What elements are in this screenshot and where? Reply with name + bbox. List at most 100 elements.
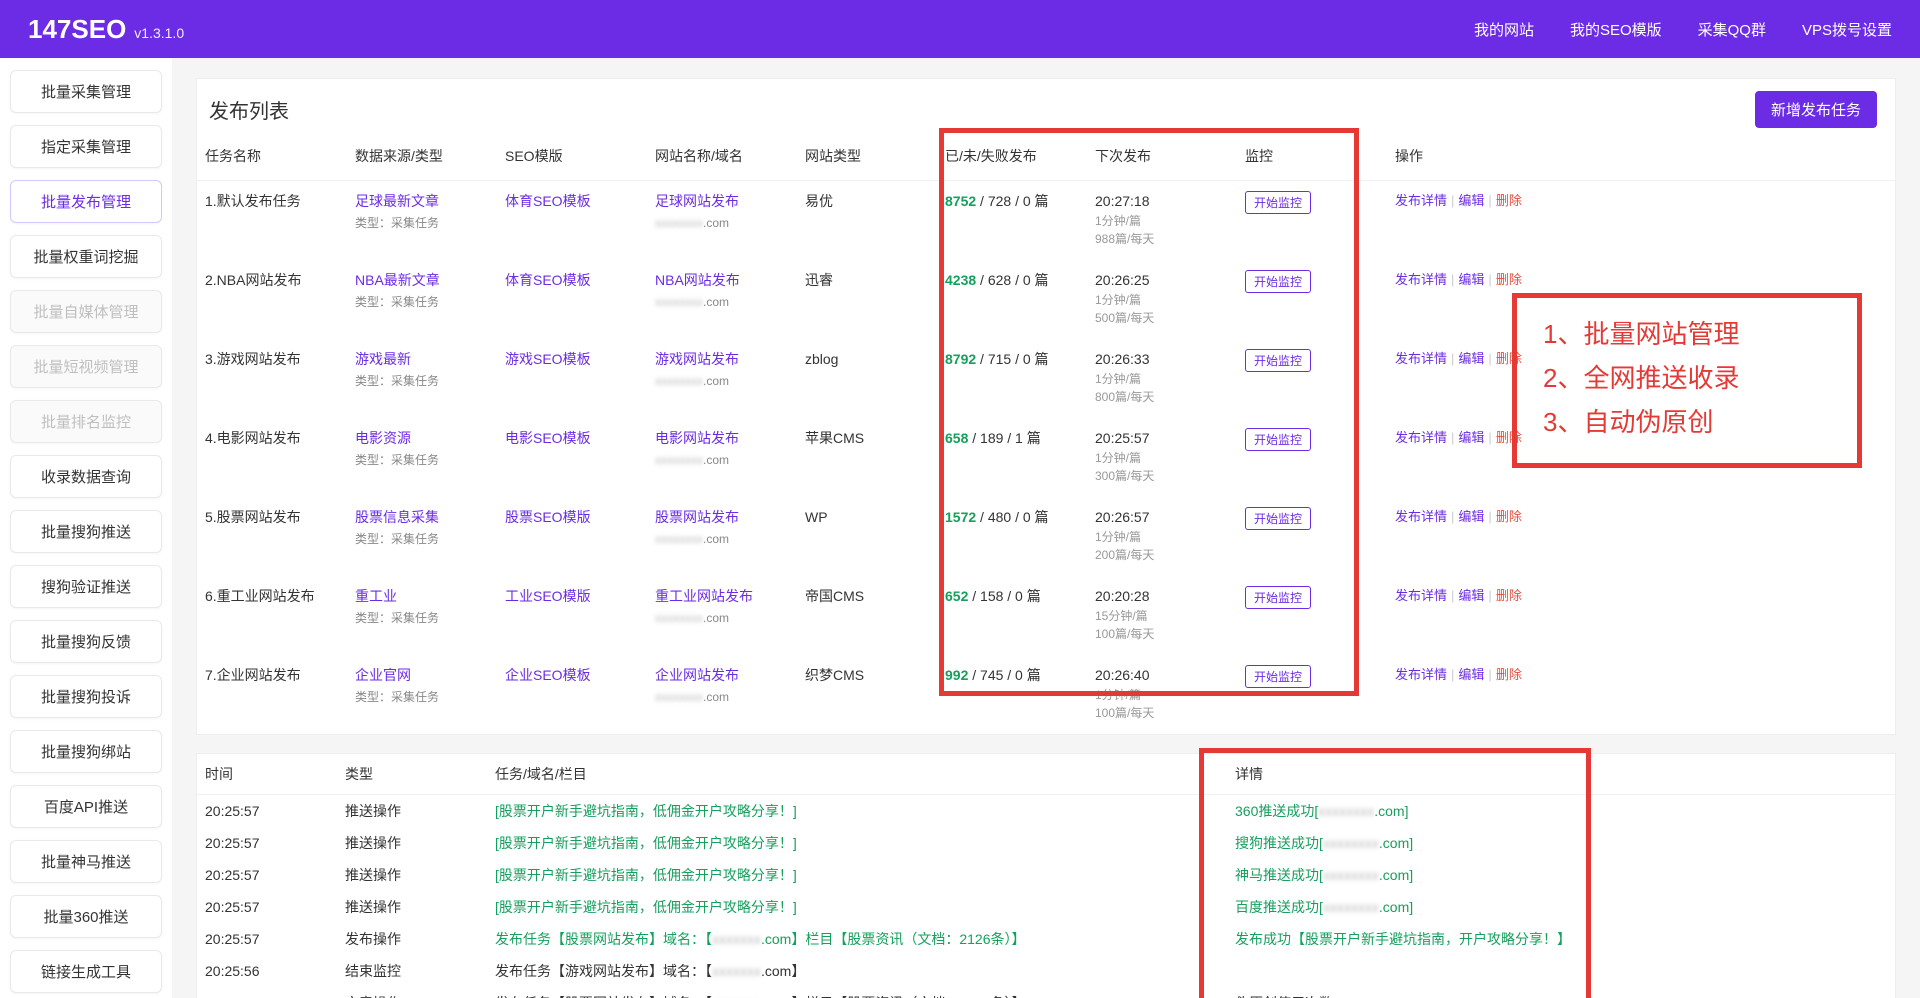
task-site: 企业网站发布xxxxxxxx.com: [647, 655, 797, 734]
log-row: 20:25:55文章操作发布任务【股票网站发布】域名：【xxxxxxx.com】…: [197, 987, 1895, 998]
next-publish: 20:26:571分钟/篇200篇/每天: [1087, 497, 1237, 576]
task-site: 股票网站发布xxxxxxxx.com: [647, 497, 797, 576]
start-monitor-button[interactable]: 开始监控: [1245, 507, 1311, 530]
next-publish: 20:20:2815分钟/篇100篇/每天: [1087, 576, 1237, 655]
source-link[interactable]: 足球最新文章: [355, 193, 439, 209]
publish-detail-link[interactable]: 发布详情: [1395, 272, 1447, 287]
template-link[interactable]: 股票SEO模版: [505, 509, 591, 525]
sidebar-item-16[interactable]: 链接生成工具: [10, 950, 162, 993]
publish-col-8: 操作: [1387, 136, 1895, 181]
template-link[interactable]: 工业SEO模版: [505, 588, 591, 604]
template-link[interactable]: 体育SEO模板: [505, 272, 591, 288]
log-time: 20:25:56: [197, 955, 337, 987]
publish-detail-link[interactable]: 发布详情: [1395, 509, 1447, 524]
publish-col-3: 网站名称/域名: [647, 136, 797, 181]
site-link[interactable]: 游戏网站发布: [655, 351, 739, 367]
sidebar-item-0[interactable]: 批量采集管理: [10, 70, 162, 113]
start-monitor-button[interactable]: 开始监控: [1245, 270, 1311, 293]
sidebar-item-8[interactable]: 批量搜狗推送: [10, 510, 162, 553]
monitor-cell: 开始监控: [1237, 181, 1387, 261]
delete-link[interactable]: 删除: [1496, 193, 1522, 208]
source-link[interactable]: 电影资源: [355, 430, 411, 446]
site-link[interactable]: 企业网站发布: [655, 667, 739, 683]
log-table-body[interactable]: 20:25:57推送操作[股票开户新手避坑指南，低佣金开户攻略分享！]360推送…: [197, 795, 1895, 998]
site-link[interactable]: 重工业网站发布: [655, 588, 753, 604]
source-link[interactable]: 企业官网: [355, 667, 411, 683]
sidebar-item-12[interactable]: 批量搜狗绑站: [10, 730, 162, 773]
log-type: 结束监控: [337, 955, 487, 987]
edit-link[interactable]: 编辑: [1458, 430, 1484, 445]
start-monitor-button[interactable]: 开始监控: [1245, 665, 1311, 688]
log-time: 20:25:57: [197, 795, 337, 827]
template-link[interactable]: 游戏SEO模板: [505, 351, 591, 367]
source-link[interactable]: 重工业: [355, 588, 397, 604]
sidebar-item-7[interactable]: 收录数据查询: [10, 455, 162, 498]
site-type: 迅睿: [797, 260, 937, 339]
delete-link[interactable]: 删除: [1496, 588, 1522, 603]
delete-link[interactable]: 删除: [1496, 509, 1522, 524]
log-task: [股票开户新手避坑指南，低佣金开户攻略分享！]: [487, 795, 1227, 827]
topnav-item-1[interactable]: 我的SEO模版: [1570, 19, 1662, 40]
publish-detail-link[interactable]: 发布详情: [1395, 193, 1447, 208]
start-monitor-button[interactable]: 开始监控: [1245, 349, 1311, 372]
edit-link[interactable]: 编辑: [1458, 509, 1484, 524]
sidebar-item-2[interactable]: 批量发布管理: [10, 180, 162, 223]
log-task: [股票开户新手避坑指南，低佣金开户攻略分享！]: [487, 891, 1227, 923]
sidebar-item-1[interactable]: 指定采集管理: [10, 125, 162, 168]
start-monitor-button[interactable]: 开始监控: [1245, 428, 1311, 451]
publish-col-1: 数据来源/类型: [347, 136, 497, 181]
task-name: 1.默认发布任务: [197, 181, 347, 261]
sidebar-item-3[interactable]: 批量权重词挖掘: [10, 235, 162, 278]
delete-link[interactable]: 删除: [1496, 667, 1522, 682]
source-link[interactable]: NBA最新文章: [355, 272, 440, 288]
sidebar-item-13[interactable]: 百度API推送: [10, 785, 162, 828]
publish-count: 992 / 745 / 0 篇: [937, 655, 1087, 734]
source-link[interactable]: 股票信息采集: [355, 509, 439, 525]
template-link[interactable]: 电影SEO模板: [505, 430, 591, 446]
source-link[interactable]: 游戏最新: [355, 351, 411, 367]
site-link[interactable]: 电影网站发布: [655, 430, 739, 446]
task-template: 企业SEO模板: [497, 655, 647, 734]
publish-detail-link[interactable]: 发布详情: [1395, 351, 1447, 366]
sidebar-item-15[interactable]: 批量360推送: [10, 895, 162, 938]
publish-detail-link[interactable]: 发布详情: [1395, 588, 1447, 603]
publish-title: 发布列表: [209, 95, 289, 124]
log-col-2: 任务/域名/栏目: [487, 754, 1227, 795]
task-name: 3.游戏网站发布: [197, 339, 347, 418]
log-type: 推送操作: [337, 891, 487, 923]
task-site: 足球网站发布xxxxxxxx.com: [647, 181, 797, 261]
publish-detail-link[interactable]: 发布详情: [1395, 430, 1447, 445]
sidebar-item-11[interactable]: 批量搜狗投诉: [10, 675, 162, 718]
log-type: 推送操作: [337, 795, 487, 827]
site-link[interactable]: 足球网站发布: [655, 193, 739, 209]
add-publish-task-button[interactable]: 新增发布任务: [1755, 91, 1877, 128]
start-monitor-button[interactable]: 开始监控: [1245, 586, 1311, 609]
edit-link[interactable]: 编辑: [1458, 193, 1484, 208]
publish-row: 5.股票网站发布股票信息采集类型：采集任务股票SEO模版股票网站发布xxxxxx…: [197, 497, 1895, 576]
topnav-item-2[interactable]: 采集QQ群: [1698, 19, 1766, 40]
log-task: 发布任务【游戏网站发布】域名：【xxxxxxx.com】: [487, 955, 1227, 987]
template-link[interactable]: 体育SEO模板: [505, 193, 591, 209]
task-source: 股票信息采集类型：采集任务: [347, 497, 497, 576]
edit-link[interactable]: 编辑: [1458, 272, 1484, 287]
publish-detail-link[interactable]: 发布详情: [1395, 667, 1447, 682]
sidebar-item-14[interactable]: 批量神马推送: [10, 840, 162, 883]
edit-link[interactable]: 编辑: [1458, 351, 1484, 366]
site-type: 易优: [797, 181, 937, 261]
site-link[interactable]: NBA网站发布: [655, 272, 740, 288]
edit-link[interactable]: 编辑: [1458, 588, 1484, 603]
sidebar-item-9[interactable]: 搜狗验证推送: [10, 565, 162, 608]
start-monitor-button[interactable]: 开始监控: [1245, 191, 1311, 214]
sidebar-item-10[interactable]: 批量搜狗反馈: [10, 620, 162, 663]
app-version: v1.3.1.0: [134, 25, 184, 41]
log-detail: 百度推送成功[xxxxxxxx.com]: [1227, 891, 1895, 923]
topnav-item-3[interactable]: VPS拨号设置: [1802, 19, 1892, 40]
site-type: 帝国CMS: [797, 576, 937, 655]
publish-row: 1.默认发布任务足球最新文章类型：采集任务体育SEO模板足球网站发布xxxxxx…: [197, 181, 1895, 261]
edit-link[interactable]: 编辑: [1458, 667, 1484, 682]
delete-link[interactable]: 删除: [1496, 272, 1522, 287]
site-link[interactable]: 股票网站发布: [655, 509, 739, 525]
template-link[interactable]: 企业SEO模板: [505, 667, 591, 683]
topnav-item-0[interactable]: 我的网站: [1474, 19, 1534, 40]
publish-count: 658 / 189 / 1 篇: [937, 418, 1087, 497]
